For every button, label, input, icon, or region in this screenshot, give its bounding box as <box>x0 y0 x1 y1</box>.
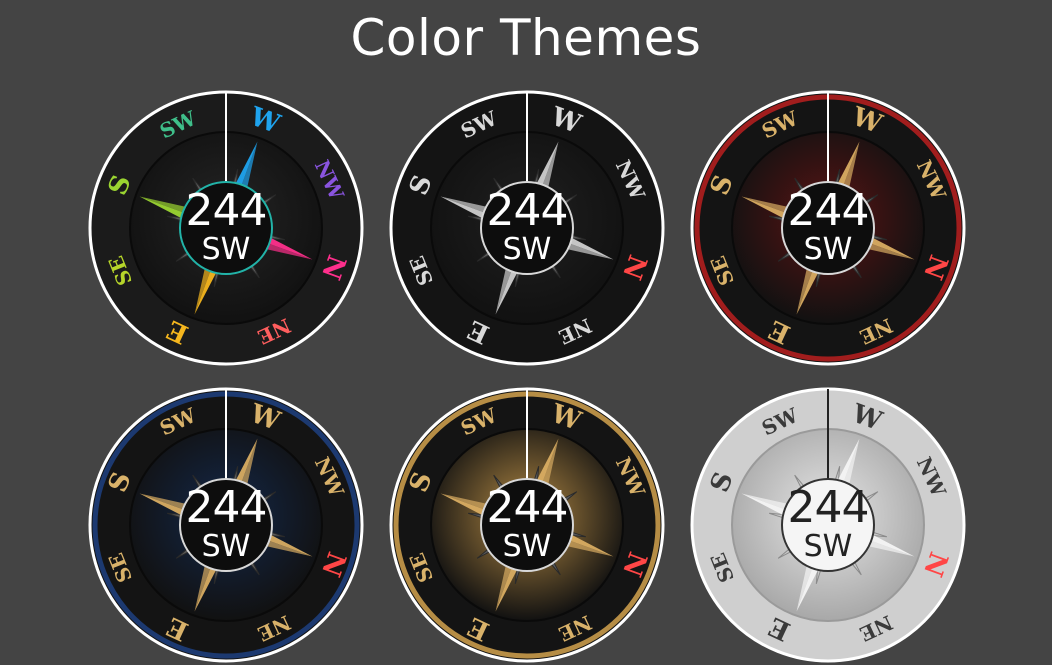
theme-compass-vivid[interactable]: SW W NW S N SE E NE 244 SW <box>86 88 366 368</box>
compass-dial: SW WNWSNSEE NE <box>690 387 966 663</box>
compass-dial: SW WNWSNSEE NE <box>690 90 966 366</box>
compass-dial: SW WNWSNSEE NE <box>88 387 364 663</box>
compass-dial: SW WNWSNSEE NE <box>88 90 364 366</box>
theme-compass-carbon[interactable]: SW W NW S N SE E NE 244 SW <box>387 88 667 368</box>
theme-compass-navy[interactable]: SW W NW S N SE E NE 244 SW <box>86 385 366 665</box>
theme-compass-gold[interactable]: SW W NW S N SE E NE 244 SW <box>387 385 667 665</box>
compass-dial: SW WNWSNSEE NE <box>389 90 665 366</box>
compass-dial: SW WNWSNSEE NE <box>389 387 665 663</box>
theme-compass-silver[interactable]: SW W NW S N SE E NE 244 SW <box>688 385 968 665</box>
theme-grid: SW W NW S N SE E NE 244 SW SW W NW S N SE E NE 244 SW SW W NW S… <box>0 0 1052 663</box>
theme-compass-crimson[interactable]: SW W NW S N SE E NE 244 SW <box>688 88 968 368</box>
